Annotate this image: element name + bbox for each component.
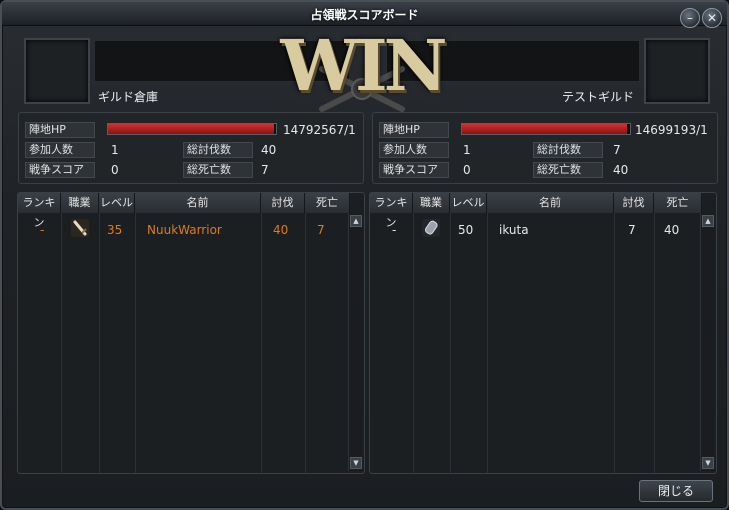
total-kills-value: 40 (261, 143, 277, 157)
war-score-value: 0 (463, 163, 471, 177)
level-cell: 35 (107, 223, 123, 237)
col-job[interactable]: 職業 (61, 193, 99, 213)
col-deaths[interactable]: 死亡 (654, 193, 702, 213)
col-name[interactable]: 名前 (135, 193, 261, 213)
scroll-up-button[interactable]: ▲ (702, 215, 714, 227)
guild-crest-left (24, 38, 90, 104)
col-kills[interactable]: 討伐 (261, 193, 305, 213)
hp-bar-fill (108, 124, 275, 134)
total-kills-label: 総討伐数 (183, 142, 253, 158)
window-title: 占領戦スコアボード (310, 8, 419, 22)
guild-crest-right (644, 38, 710, 104)
war-score-label: 戦争スコア (25, 162, 95, 178)
war-score-label: 戦争スコア (379, 162, 449, 178)
col-deaths[interactable]: 死亡 (305, 193, 350, 213)
name-cell: NuukWarrior (147, 223, 222, 237)
scroll-up-button[interactable]: ▲ (350, 215, 362, 227)
total-deaths-label: 総死亡数 (533, 162, 603, 178)
close-button[interactable]: 閉じる (639, 480, 713, 502)
rank-cell: - (392, 223, 397, 237)
guild-name-right: テストギルド (562, 90, 635, 104)
scrollbar[interactable]: ▲ ▼ (700, 213, 714, 471)
members-label: 参加人数 (379, 142, 449, 158)
hp-value: 14699193/1 (635, 123, 708, 137)
total-deaths-value: 40 (613, 163, 629, 177)
total-deaths-value: 7 (261, 163, 269, 177)
player-list-right: ランキン 職業 レベル 名前 討伐 死亡 - 50 ikuta 7 40 ▲ ▼ (369, 192, 717, 474)
level-cell: 50 (458, 223, 474, 237)
guild-name-left: ギルド倉庫 (98, 90, 159, 104)
total-kills-value: 7 (613, 143, 621, 157)
scroll-down-button[interactable]: ▼ (702, 457, 714, 469)
hp-bar-fill (462, 124, 627, 134)
guild-stats-left: 陣地HP 14792567/1 参加人数 1 総討伐数 40 戦争スコア 0 総… (18, 112, 364, 184)
rank-cell: - (40, 223, 45, 237)
scrollbar[interactable]: ▲ ▼ (348, 213, 362, 471)
col-level[interactable]: レベル (99, 193, 135, 213)
kills-cell: 40 (273, 223, 289, 237)
deaths-cell: 7 (317, 223, 325, 237)
col-ranking[interactable]: ランキン (18, 193, 61, 229)
scoreboard-window: 占領戦スコアボード – ✕ WIN ギルド倉庫 テストギルド 陣地HP 1479… (0, 0, 729, 510)
total-deaths-label: 総死亡数 (183, 162, 253, 178)
col-name[interactable]: 名前 (487, 193, 614, 213)
hp-bar (107, 123, 277, 135)
scroll-down-button[interactable]: ▼ (350, 457, 362, 469)
cannon-icon (422, 219, 440, 237)
deaths-cell: 40 (664, 223, 680, 237)
hp-bar (461, 123, 631, 135)
members-value: 1 (463, 143, 471, 157)
war-score-value: 0 (111, 163, 119, 177)
close-window-button[interactable]: ✕ (702, 8, 722, 28)
player-list-left: ランキン 職業 レベル 名前 討伐 死亡 - 35 NuukWarrior 40… (17, 192, 365, 474)
title-bar[interactable]: 占領戦スコアボード (2, 2, 727, 26)
col-level[interactable]: レベル (450, 193, 487, 213)
col-job[interactable]: 職業 (413, 193, 450, 213)
total-kills-label: 総討伐数 (533, 142, 603, 158)
sword-icon (71, 219, 89, 237)
guild-stats-right: 陣地HP 14699193/1 参加人数 1 総討伐数 7 戦争スコア 0 総死… (372, 112, 718, 184)
kills-cell: 7 (628, 223, 636, 237)
minimize-button[interactable]: – (680, 8, 700, 28)
win-result-text: WIN (280, 24, 447, 107)
hp-label: 陣地HP (25, 122, 95, 138)
col-ranking[interactable]: ランキン (370, 193, 413, 229)
hp-label: 陣地HP (379, 122, 449, 138)
hp-value: 14792567/1 (283, 123, 356, 137)
members-label: 参加人数 (25, 142, 95, 158)
col-kills[interactable]: 討伐 (614, 193, 654, 213)
members-value: 1 (111, 143, 119, 157)
name-cell: ikuta (499, 223, 529, 237)
